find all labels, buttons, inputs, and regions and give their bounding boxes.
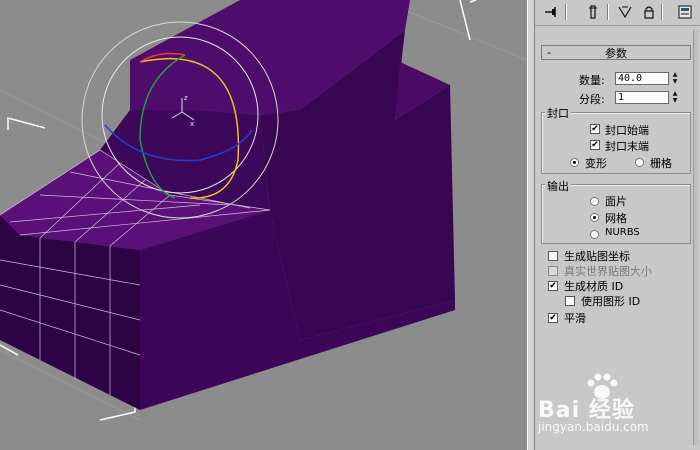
smooth-label: 平滑 (564, 312, 586, 325)
use-shape-id-label: 使用图形 ID (581, 295, 641, 308)
configure-icon[interactable] (675, 3, 695, 21)
rollout-collapse-toggle[interactable]: - (542, 46, 556, 59)
morph-label: 变形 (585, 157, 607, 170)
svg-text:x: x (190, 120, 194, 128)
toolbar-separator (565, 4, 567, 20)
rollout-title: 参数 (605, 46, 627, 60)
gen-mat-id-label: 生成材质 ID (564, 280, 624, 293)
pin-icon[interactable] (541, 3, 561, 21)
cap-start-checkbox[interactable]: ✔ (590, 124, 600, 134)
modifier-stack-toolbar (535, 0, 700, 26)
grid-label: 栅格 (650, 157, 672, 170)
amount-label: 数量: (579, 74, 605, 87)
patch-radio[interactable] (590, 197, 599, 206)
amount-spinner[interactable]: ▲ ▼ (671, 72, 679, 85)
gen-map-coords-checkbox[interactable] (548, 251, 558, 261)
grid-radio[interactable] (635, 158, 644, 167)
mesh-label: 网格 (605, 212, 627, 225)
segments-spinner[interactable]: ▲ ▼ (671, 91, 679, 104)
amount-field[interactable]: 40.0 (615, 72, 669, 85)
mesh-radio[interactable] (590, 213, 599, 222)
morph-radio[interactable] (570, 158, 579, 167)
parameters-rollout-header[interactable]: - 参数 (541, 45, 691, 60)
cap-start-label: 封口始端 (605, 124, 649, 137)
smooth-checkbox[interactable]: ✔ (548, 313, 558, 323)
stack-icon[interactable] (583, 3, 603, 21)
viewport-scene: z x (0, 0, 527, 421)
real-world-checkbox (548, 266, 558, 276)
output-group-title: 输出 (545, 178, 571, 194)
real-world-label: 真实世界贴图大小 (564, 265, 652, 278)
cap-end-label: 封口末端 (605, 140, 649, 153)
funnel-icon[interactable] (615, 3, 635, 21)
toolbar-separator (607, 4, 609, 20)
panel-scrollbar[interactable] (693, 30, 698, 445)
viewport-perspective[interactable]: z x (0, 0, 527, 450)
lock-icon[interactable] (639, 3, 659, 21)
command-panel: - 参数 数量: 40.0 ▲ ▼ 分段: 1 ▲ ▼ 封口 ✔ 封口始端 ✔ 封口… (535, 0, 700, 450)
use-shape-id-checkbox[interactable] (565, 296, 575, 306)
panel-divider[interactable] (527, 0, 535, 450)
toolbar-separator (661, 4, 663, 20)
nurbs-radio[interactable] (590, 230, 599, 239)
patch-label: 面片 (605, 195, 627, 208)
gen-mat-id-checkbox[interactable]: ✔ (548, 281, 558, 291)
cap-end-checkbox[interactable]: ✔ (590, 140, 600, 150)
gen-map-coords-label: 生成贴图坐标 (564, 250, 630, 263)
segments-label: 分段: (579, 93, 605, 106)
segments-field[interactable]: 1 (615, 91, 669, 104)
svg-text:z: z (184, 94, 188, 102)
nurbs-label: NURBS (605, 227, 640, 238)
capping-group-title: 封口 (545, 105, 571, 121)
